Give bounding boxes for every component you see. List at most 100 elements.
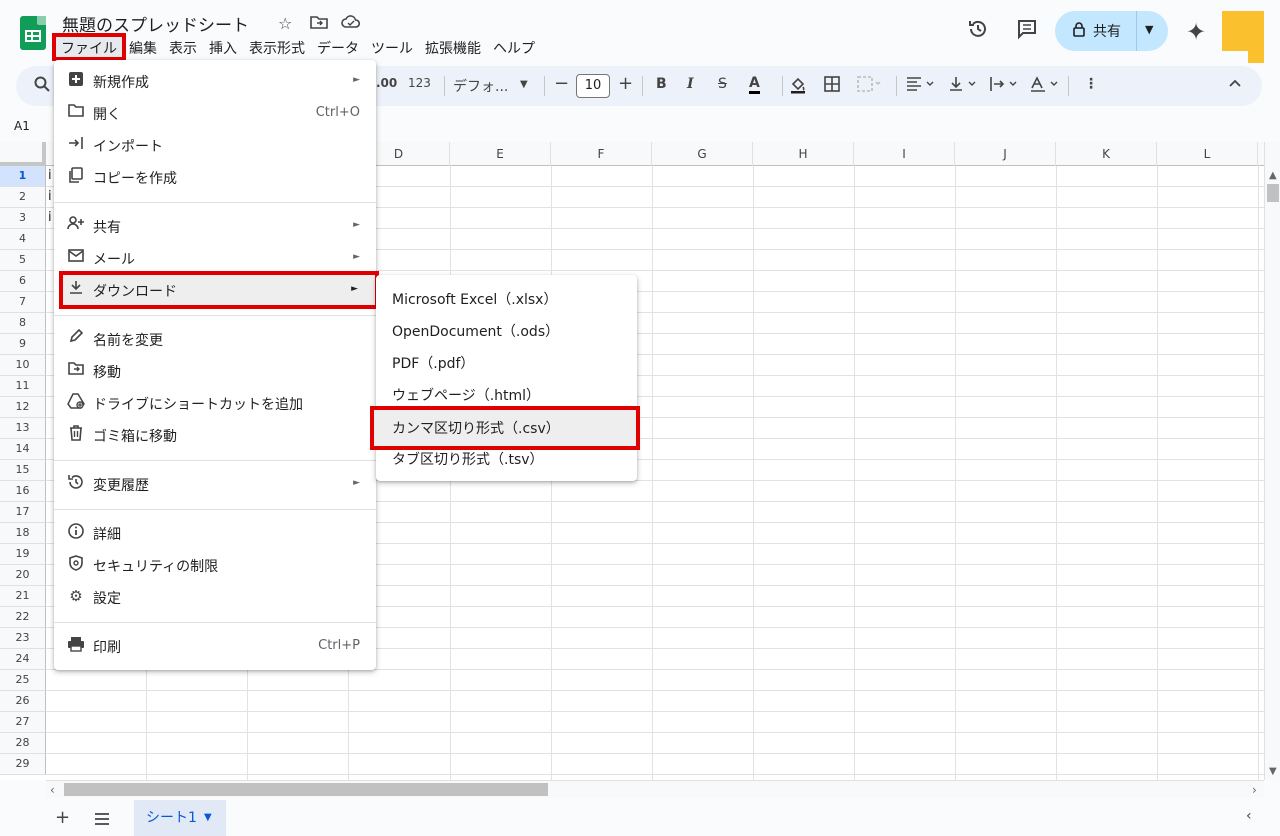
menu-tools[interactable]: ツール (365, 36, 419, 58)
share-button[interactable]: 共有 ▼ (1055, 11, 1168, 51)
menu-item-details[interactable]: 詳細 (54, 517, 376, 549)
column-header-e[interactable]: E (450, 142, 551, 166)
menu-view[interactable]: 表示 (163, 36, 203, 58)
row-header[interactable]: 4 (0, 229, 46, 250)
row-header[interactable]: 22 (0, 607, 46, 628)
column-header-k[interactable]: K (1056, 142, 1157, 166)
row-header[interactable]: 6 (0, 271, 46, 292)
column-header-j[interactable]: J (955, 142, 1056, 166)
row-header[interactable]: 5 (0, 250, 46, 271)
avatar[interactable] (1222, 11, 1264, 63)
menu-item-version-history[interactable]: 変更履歴 ► (54, 468, 376, 500)
cell-a1[interactable]: i (48, 168, 52, 183)
menu-data[interactable]: データ (311, 36, 365, 58)
download-ods[interactable]: OpenDocument（.ods） (376, 314, 637, 346)
font-dropdown-icon[interactable]: ▼ (520, 79, 528, 90)
scroll-left-icon[interactable]: ‹ (50, 783, 55, 797)
menu-item-copy[interactable]: コピーを作成 (54, 161, 376, 193)
vertical-align-icon[interactable] (948, 76, 978, 96)
share-dropdown-icon[interactable]: ▼ (1145, 23, 1153, 36)
download-tsv[interactable]: タブ区切り形式（.tsv） (376, 442, 637, 474)
sheets-logo-icon[interactable] (20, 16, 46, 50)
version-history-icon[interactable] (964, 18, 992, 46)
name-box[interactable]: A1 (14, 119, 30, 133)
document-title[interactable]: 無題のスプレッドシート (62, 11, 249, 36)
column-header-g[interactable]: G (652, 142, 753, 166)
row-header[interactable]: 25 (0, 670, 46, 691)
menu-item-print[interactable]: 印刷 Ctrl+P (54, 630, 376, 662)
menu-item-rename[interactable]: 名前を変更 (54, 323, 376, 355)
scroll-right-icon[interactable]: › (1252, 783, 1257, 797)
row-header[interactable]: 3 (0, 208, 46, 229)
strikethrough-icon[interactable]: S (718, 76, 727, 92)
text-rotation-icon[interactable] (1030, 76, 1060, 96)
scroll-up-icon[interactable]: ▲ (1269, 170, 1277, 181)
text-wrap-icon[interactable] (989, 76, 1019, 96)
vertical-scroll-thumb[interactable] (1267, 184, 1279, 202)
row-header[interactable]: 17 (0, 502, 46, 523)
menu-extensions[interactable]: 拡張機能 (419, 36, 487, 58)
menu-item-import[interactable]: インポート (54, 129, 376, 161)
column-header-l[interactable]: L (1157, 142, 1258, 166)
horizontal-align-icon[interactable] (906, 76, 936, 96)
bold-icon[interactable]: B (656, 76, 667, 92)
row-header[interactable]: 2 (0, 187, 46, 208)
column-header-h[interactable]: H (753, 142, 854, 166)
add-sheet-icon[interactable]: + (55, 807, 70, 828)
row-header[interactable]: 11 (0, 376, 46, 397)
row-header[interactable]: 13 (0, 418, 46, 439)
menu-insert[interactable]: 挿入 (203, 36, 243, 58)
download-html[interactable]: ウェブページ（.html） (376, 378, 637, 410)
text-color-icon[interactable]: A (749, 76, 760, 94)
menu-item-security[interactable]: セキュリティの制限 (54, 549, 376, 581)
gemini-sparkle-icon[interactable]: ✦ (1182, 18, 1210, 46)
menu-item-add-shortcut[interactable]: ドライブにショートカットを追加 (54, 387, 376, 419)
row-header[interactable]: 16 (0, 481, 46, 502)
cell-a3[interactable]: i (48, 210, 52, 225)
row-header[interactable]: 21 (0, 586, 46, 607)
explore-collapse-icon[interactable]: ‹ (1246, 808, 1252, 824)
menu-item-new[interactable]: 新規作成 ► (54, 65, 376, 97)
menu-format[interactable]: 表示形式 (243, 36, 311, 58)
cloud-status-icon[interactable] (341, 14, 361, 34)
row-header[interactable]: 27 (0, 712, 46, 733)
menu-help[interactable]: ヘルプ (487, 36, 541, 58)
menu-item-move[interactable]: 移動 (54, 355, 376, 387)
horizontal-scrollbar[interactable]: ‹ › (46, 780, 1264, 798)
font-size-decrease-button[interactable]: − (554, 73, 569, 94)
vertical-scrollbar[interactable]: ▲ ▼ (1264, 142, 1280, 780)
menu-item-open[interactable]: 開く Ctrl+O (54, 97, 376, 129)
italic-icon[interactable]: I (687, 76, 694, 92)
borders-icon[interactable] (824, 76, 840, 96)
row-header[interactable]: 7 (0, 292, 46, 313)
menu-item-email[interactable]: メール ► (54, 242, 376, 274)
sheet-tab-dropdown-icon[interactable]: ▼ (204, 800, 212, 836)
row-header[interactable]: 10 (0, 355, 46, 376)
row-header[interactable]: 19 (0, 544, 46, 565)
fill-color-icon[interactable] (790, 76, 806, 98)
menu-edit[interactable]: 編集 (123, 36, 163, 58)
download-pdf[interactable]: PDF（.pdf） (376, 346, 637, 378)
collapse-toolbar-icon[interactable] (1228, 76, 1242, 92)
row-header[interactable]: 29 (0, 754, 46, 775)
row-header[interactable]: 9 (0, 334, 46, 355)
scroll-down-icon[interactable]: ▼ (1269, 766, 1277, 777)
font-size-input[interactable]: 10 (576, 74, 610, 98)
menu-item-trash[interactable]: ゴミ箱に移動 (54, 419, 376, 451)
font-family-select[interactable]: デフォ... (453, 76, 508, 96)
row-header[interactable]: 12 (0, 397, 46, 418)
horizontal-scroll-thumb[interactable] (64, 783, 548, 796)
download-xlsx[interactable]: Microsoft Excel（.xlsx） (376, 282, 637, 314)
more-options-icon[interactable]: ⋮ (1084, 76, 1098, 92)
select-all-corner[interactable] (0, 142, 46, 166)
all-sheets-icon[interactable] (94, 810, 110, 829)
row-header[interactable]: 18 (0, 523, 46, 544)
number-format-button[interactable]: 123 (408, 76, 431, 90)
star-icon[interactable]: ☆ (278, 14, 292, 33)
row-header[interactable]: 28 (0, 733, 46, 754)
comments-icon[interactable] (1013, 18, 1041, 46)
sheet-tab-1[interactable]: シート1 ▼ (134, 800, 226, 836)
row-header[interactable]: 8 (0, 313, 46, 334)
cell-a2[interactable]: i (48, 189, 52, 204)
menu-item-settings[interactable]: ⚙ 設定 (54, 581, 376, 613)
